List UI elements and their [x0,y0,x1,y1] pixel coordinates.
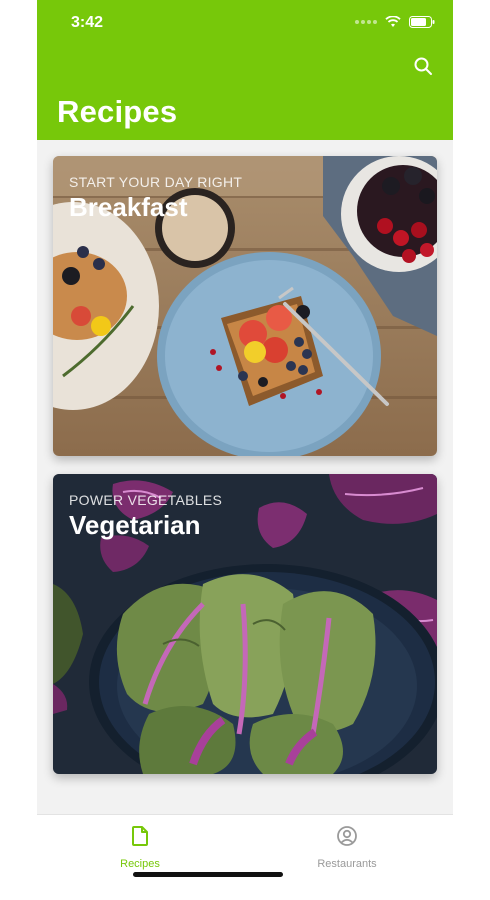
document-icon [132,826,148,846]
home-indicator [133,872,283,877]
status-icons [355,16,435,28]
search-icon[interactable] [413,56,433,76]
tab-label: Restaurants [317,858,377,870]
tab-bar: Recipes Restaurants [37,814,453,900]
tab-label: Recipes [120,858,160,870]
page-title: Recipes [57,94,178,129]
card-title: Breakfast [69,192,188,222]
wifi-icon [385,16,401,27]
vegetarian-card[interactable]: POWER VEGETABLES Vegetarian [53,474,437,774]
battery-icon [409,16,435,28]
breakfast-card[interactable]: START YOUR DAY RIGHT Breakfast [53,156,437,456]
navigation-header: 3:42 Recipes [37,0,453,140]
app-screen: 3:42 Recipes START YOUR DAY RIGHT Breakf… [37,0,453,900]
card-subtitle: START YOUR DAY RIGHT [69,174,243,190]
tab-recipes[interactable]: Recipes [80,825,200,870]
tab-restaurants[interactable]: Restaurants [287,825,407,870]
card-subtitle: POWER VEGETABLES [69,492,223,508]
person-circle-icon [337,826,357,846]
cellular-signal-icon [355,20,377,24]
card-title: Vegetarian [69,510,201,540]
status-time: 3:42 [71,14,104,31]
